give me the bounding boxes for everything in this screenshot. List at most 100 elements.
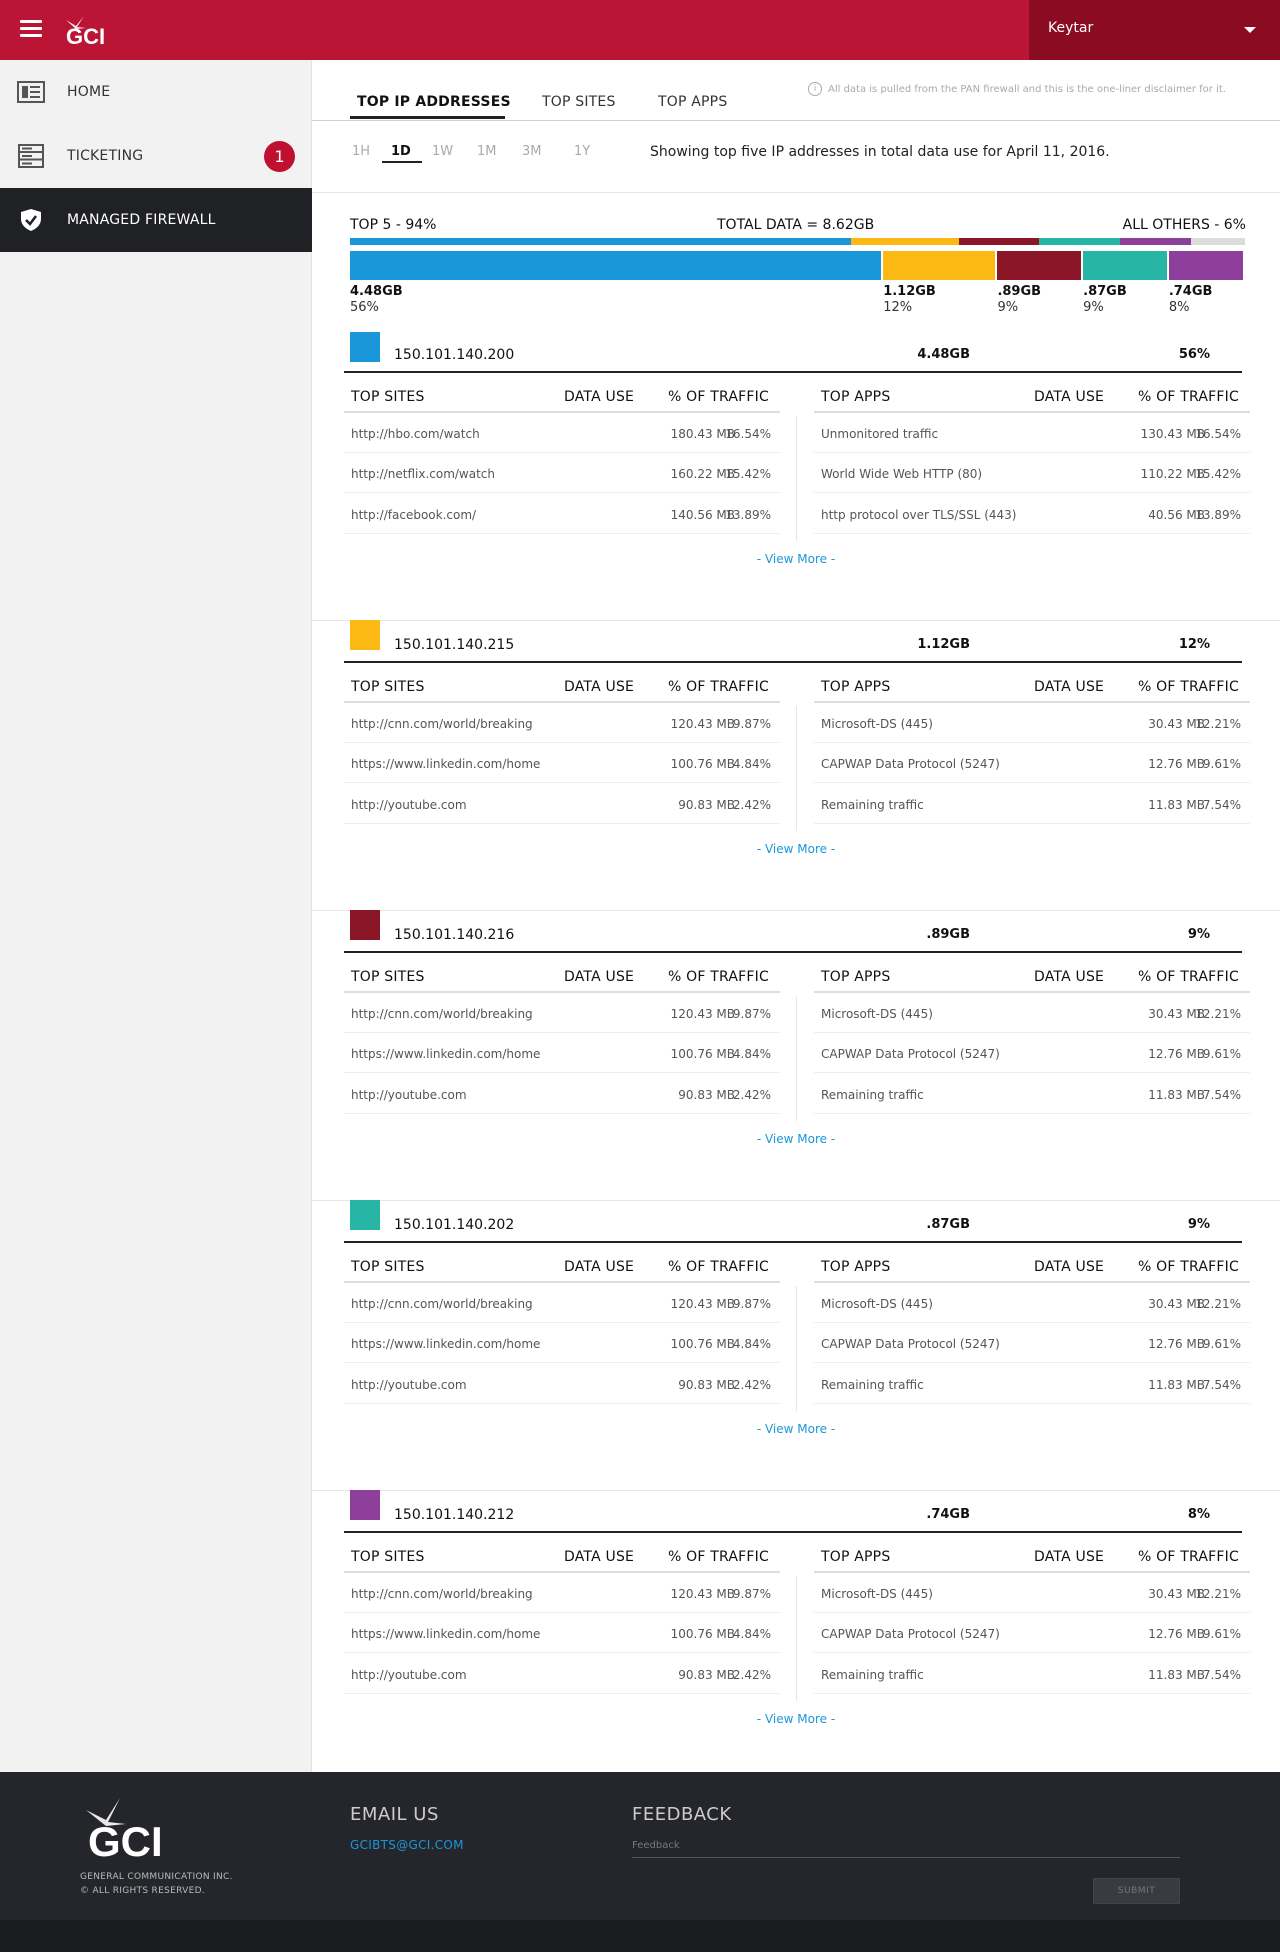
site-url[interactable]: http://cnn.com/world/breaking [351,1587,533,1601]
row-divider [344,742,780,743]
segment-percent: 12% [883,300,913,315]
main-content: TOP IP ADDRESSES TOP SITES TOP APPS i All… [312,60,1280,1772]
ip-address: 150.101.140.212 [394,1507,515,1523]
divider [312,910,1280,911]
gci-logo[interactable]: GCI [62,14,112,46]
ip-block: 150.101.140.215 1.12GB 12% TOP SITES DATA US… [312,620,1280,910]
site-url[interactable]: http://cnn.com/world/breaking [351,717,533,731]
header-divider [344,1281,780,1283]
row-divider [814,452,1250,453]
svg-text:GCI: GCI [88,1818,163,1860]
feedback-input[interactable] [632,1834,1180,1858]
site-url[interactable]: http://facebook.com/ [351,508,476,522]
app-name: Remaining traffic [821,1668,924,1682]
bar-segment [851,238,959,245]
range-1y[interactable]: 1Y [574,144,590,159]
row-divider [344,1032,780,1033]
header-divider [344,991,780,993]
view-more-link[interactable]: - View More - [312,1712,1280,1726]
sidebar-item-home[interactable]: HOME [0,60,312,124]
server-list-icon [18,144,44,168]
sidebar-item-label: TICKETING [67,148,144,164]
tab-top-sites[interactable]: TOP SITES [542,94,616,110]
app-traffic-percent: 15.42% [1195,467,1241,481]
range-3m[interactable]: 3M [522,144,542,159]
sidebar-item-ticketing[interactable]: TICKETING 1 [0,124,312,188]
view-more-link[interactable]: - View More - [312,1132,1280,1146]
divider [312,620,1280,621]
sidebar-item-managed-firewall[interactable]: MANAGED FIREWALL [0,188,312,252]
divider [312,1200,1280,1201]
site-traffic-percent: 9.87% [732,1007,771,1021]
ip-block: 150.101.140.212 .74GB 8% TOP SITES DATA USE%… [312,1490,1280,1780]
site-traffic-percent: 9.87% [732,1297,771,1311]
site-url[interactable]: https://www.linkedin.com/home [351,1047,540,1061]
color-swatch [350,1490,380,1520]
site-traffic-percent: 15.42% [725,467,771,481]
bar-segment-caption: 4.48GB 56% [350,284,403,316]
range-1h[interactable]: 1H [352,144,370,159]
data-use-header: DATA USE [1034,1259,1105,1275]
app-name: Remaining traffic [821,1378,924,1392]
tab-top-apps[interactable]: TOP APPS [658,94,727,110]
segment-percent: 9% [1083,300,1104,315]
segment-data: .87GB [1083,284,1127,299]
view-more-link[interactable]: - View More - [312,552,1280,566]
bar-segment-caption: .89GB 9% [997,284,1041,316]
site-url[interactable]: http://netflix.com/watch [351,467,495,481]
row-divider [344,1072,780,1073]
range-1m[interactable]: 1M [477,144,497,159]
ip-traffic-percent: 8% [1187,1507,1210,1522]
email-link[interactable]: GCIBTS@GCI.COM [350,1838,464,1852]
data-use-header: DATA USE [564,389,635,405]
site-traffic-percent: 2.42% [732,1378,771,1392]
bar-segment [1039,238,1120,245]
site-url[interactable]: http://youtube.com [351,1378,467,1392]
site-url[interactable]: http://youtube.com [351,1088,467,1102]
site-url[interactable]: https://www.linkedin.com/home [351,757,540,771]
view-more-link[interactable]: - View More - [312,1422,1280,1436]
ip-data-use: 1.12GB [917,637,970,652]
row-divider [814,1403,1250,1404]
site-url[interactable]: http://youtube.com [351,1668,467,1682]
header-divider [344,411,780,413]
app-traffic-percent: 16.54% [1195,427,1241,441]
bar-segment-caption: .74GB 8% [1169,284,1213,316]
ip-block: 150.101.140.202 .87GB 9% TOP SITES DATA USE%… [312,1200,1280,1490]
row-divider [344,823,780,824]
top-sites-header: TOP SITES [351,969,425,985]
ip-traffic-percent: 9% [1187,1217,1210,1232]
site-url[interactable]: http://cnn.com/world/breaking [351,1297,533,1311]
svg-text:GCI: GCI [66,24,105,46]
app-name: CAPWAP Data Protocol (5247) [821,757,1000,771]
app-traffic-percent: 7.54% [1202,1668,1241,1682]
row-divider [344,1362,780,1363]
site-url[interactable]: http://cnn.com/world/breaking [351,1007,533,1021]
sidebar-item-label: HOME [67,84,111,100]
range-1w[interactable]: 1W [432,144,453,159]
site-url[interactable]: https://www.linkedin.com/home [351,1337,540,1351]
site-traffic-percent: 16.54% [725,427,771,441]
user-menu-dropdown[interactable]: Keytar [1029,0,1280,60]
segment-data: 4.48GB [350,284,403,299]
row-divider [344,1652,780,1653]
top-apps-header: TOP APPS [821,679,891,695]
ip-block: 150.101.140.216 .89GB 9% TOP SITES DATA USE%… [312,910,1280,1200]
site-url[interactable]: https://www.linkedin.com/home [351,1627,540,1641]
header-divider [344,701,780,703]
submit-button[interactable]: SUBMIT [1093,1878,1180,1904]
bar-segment [997,251,1082,280]
site-url[interactable]: http://hbo.com/watch [351,427,480,441]
view-more-link[interactable]: - View More - [312,842,1280,856]
hamburger-menu-icon[interactable] [20,20,42,38]
top-sites-header: TOP SITES [351,1549,425,1565]
range-1d[interactable]: 1D [391,144,411,159]
sidebar: HOME TICKETING 1 MANAGED FIREWALL [0,60,312,1772]
row-divider [814,1113,1250,1114]
total-data-label: TOTAL DATA = 8.62GB [717,217,875,233]
tab-top-ip-addresses[interactable]: TOP IP ADDRESSES [357,94,511,110]
user-name: Keytar [1048,20,1094,36]
site-traffic-percent: 4.84% [732,1047,771,1061]
site-url[interactable]: http://youtube.com [351,798,467,812]
row-divider [344,1693,780,1694]
